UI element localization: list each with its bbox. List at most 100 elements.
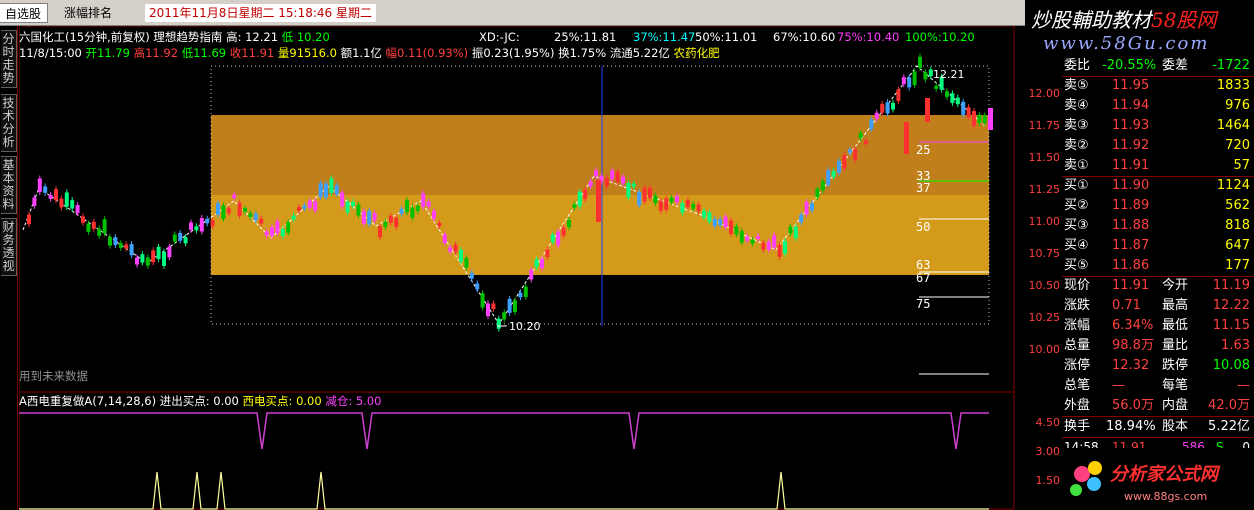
- candle-body: [729, 220, 733, 234]
- y-tick-1100: 11.00: [1028, 215, 1061, 228]
- y-tick-1050: 10.50: [1028, 279, 1061, 292]
- stat-row[interactable]: 外盘 56.0万 内盘 42.0万: [1062, 396, 1254, 416]
- indicator-title: 理想趋势指南: [153, 30, 223, 44]
- side-tab-financials[interactable]: 财务透视: [1, 218, 17, 276]
- candle-body: [394, 217, 399, 227]
- candle-body: [496, 318, 501, 329]
- stat-label-right: 每笔: [1162, 378, 1189, 393]
- candle-body: [642, 187, 647, 202]
- sell-level-price: 11.91: [1112, 158, 1150, 173]
- candle-body: [91, 221, 96, 229]
- y-tick-1075: 10.75: [1028, 247, 1061, 260]
- candle-body: [966, 107, 971, 118]
- stat-value-right: 10.08: [1212, 358, 1250, 373]
- candle-body: [739, 231, 744, 243]
- candle-body: [356, 204, 361, 216]
- candle-body: [243, 208, 247, 212]
- candle-body: [70, 200, 75, 209]
- buy-level-4[interactable]: 买④ 11.87 647: [1062, 236, 1254, 256]
- stat-label-left: 涨停: [1064, 358, 1091, 373]
- candle-body: [594, 170, 598, 177]
- candle-body: [923, 72, 928, 80]
- candle-body: [518, 292, 523, 298]
- bar-time: 11/8/15:00: [19, 46, 82, 60]
- banner-url: www.58Gu.com: [1043, 33, 1210, 54]
- bar-open: 开11.79: [85, 46, 130, 60]
- buy-level-2[interactable]: 买② 11.89 562: [1062, 196, 1254, 216]
- sell-level-volume: 1833: [1216, 78, 1250, 93]
- candle-body: [210, 220, 215, 227]
- side-tab-technical[interactable]: 技术分析: [1, 94, 17, 152]
- sell-level-3[interactable]: 卖③ 11.93 1464: [1062, 116, 1254, 136]
- candle-body: [675, 196, 679, 203]
- stat-label-left: 总笔: [1064, 378, 1091, 393]
- candle-body: [334, 185, 339, 195]
- sell-level-volume: 1464: [1216, 118, 1250, 133]
- y-tick-ind-150: 1.50: [1035, 474, 1061, 487]
- buy-level-1[interactable]: 买① 11.90 1124: [1062, 176, 1254, 196]
- stock-title: 六国化工(15分钟,前复权): [19, 30, 150, 44]
- sell-level-price: 11.94: [1112, 98, 1150, 113]
- sell-level-4[interactable]: 卖④ 11.94 976: [1062, 96, 1254, 116]
- stat-row[interactable]: 总笔 — 每笔 —: [1062, 376, 1254, 396]
- candle-body: [972, 111, 976, 126]
- reduce-value: 5.00: [355, 394, 382, 408]
- tab-gain-ranking[interactable]: 涨幅排名: [58, 3, 118, 23]
- candle-body: [653, 195, 658, 204]
- sell-level-2[interactable]: 卖② 11.92 720: [1062, 136, 1254, 156]
- stat-label-left: 涨跌: [1064, 298, 1091, 313]
- stat-row[interactable]: 涨幅 6.34% 最低 11.15: [1062, 316, 1254, 336]
- candle-body: [810, 203, 814, 211]
- candle-body: [75, 205, 80, 214]
- candle-body: [561, 227, 566, 236]
- candle-body: [156, 246, 161, 260]
- candle-body: [918, 56, 922, 68]
- candle-body: [761, 242, 766, 250]
- side-tab-fundamentals[interactable]: 基本资料: [1, 156, 17, 214]
- candle-body: [97, 228, 102, 236]
- candle-body: [788, 226, 793, 234]
- stat-row[interactable]: 现价 11.91 今开 11.19: [1062, 276, 1254, 296]
- candle-body: [361, 211, 366, 224]
- candle-body: [129, 244, 134, 256]
- stat-row[interactable]: 总量 98.8万 量比 1.63: [1062, 336, 1254, 356]
- stat-value-left: 6.34%: [1112, 318, 1154, 333]
- stat-value-left: 56.0万: [1112, 398, 1154, 413]
- candle-body: [453, 244, 458, 253]
- stat-value-right: 42.0万: [1208, 398, 1250, 413]
- stat-row[interactable]: 涨跌 0.71 最高 12.22: [1062, 296, 1254, 316]
- buy-level-price: 11.87: [1112, 238, 1150, 253]
- candle-body: [864, 140, 868, 144]
- stat-label-right: 跌停: [1162, 358, 1189, 373]
- candle-body: [847, 149, 852, 153]
- candle-body: [734, 226, 739, 235]
- candle-body: [664, 198, 669, 210]
- tab-watchlist[interactable]: 自选股: [0, 3, 49, 23]
- sell-level-5[interactable]: 卖⑤ 11.95 1833: [1062, 76, 1254, 96]
- sell-level-1[interactable]: 卖① 11.91 57: [1062, 156, 1254, 176]
- buy-level-label: 买⑤: [1064, 258, 1089, 273]
- candle-body: [750, 239, 755, 244]
- candle-body: [577, 191, 582, 207]
- candle-body: [205, 218, 210, 224]
- candle-body: [718, 219, 723, 226]
- stat-row[interactable]: 涨停 12.32 跌停 10.08: [1062, 356, 1254, 376]
- candle-body: [480, 293, 485, 308]
- candle-body: [426, 201, 431, 207]
- stat-value-right: 12.22: [1212, 298, 1250, 313]
- side-tab-intraday[interactable]: 分时走势: [1, 30, 17, 88]
- buy-level-label: 买①: [1064, 178, 1089, 193]
- buy-level-3[interactable]: 买③ 11.88 818: [1062, 216, 1254, 236]
- kline-chart[interactable]: 25 33 37 50 63 67 75 12.21 10.20: [19, 26, 1015, 510]
- candle-body: [961, 101, 966, 115]
- banner-title-brand: 58股网: [1151, 8, 1217, 32]
- buy-level-5[interactable]: 买⑤ 11.86 177: [1062, 256, 1254, 276]
- fib-label-63: 63: [916, 258, 930, 272]
- candle-body: [302, 205, 307, 209]
- float-shares: 流通5.22亿: [609, 46, 670, 60]
- fib-label-67: 67: [916, 271, 930, 285]
- candle-body: [874, 112, 879, 119]
- y-tick-1175: 11.75: [1028, 119, 1061, 132]
- fib-label-37: 37: [916, 181, 930, 195]
- candle-body: [826, 170, 831, 185]
